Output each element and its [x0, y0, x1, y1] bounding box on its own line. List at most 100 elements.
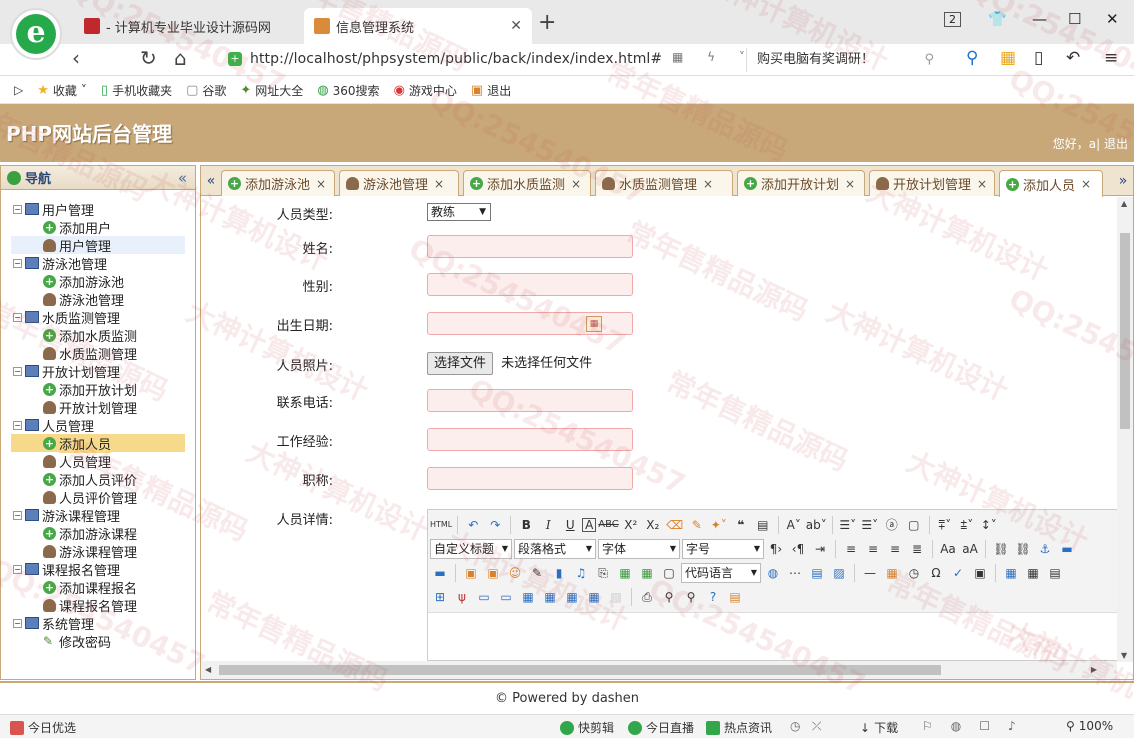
split-cells-icon[interactable]: ▦ [584, 587, 604, 607]
merge-cells-icon[interactable]: ▦ [518, 587, 538, 607]
phone-icon[interactable]: ▯ [1034, 48, 1043, 68]
refresh-icon[interactable]: ↻ [140, 46, 157, 70]
sidebar-toggle-icon[interactable]: ▷ [14, 83, 23, 97]
qr-lightning-icons[interactable]: ▦ ϟ ˅ [672, 50, 755, 64]
row-spacing-bottom-icon[interactable]: ⩲˅ [957, 515, 977, 535]
image-center-icon[interactable]: ▬ [430, 563, 450, 583]
row-spacing-top-icon[interactable]: ⩱˅ [935, 515, 955, 535]
find-icon[interactable]: ⚲ [966, 48, 978, 68]
paragraph-select[interactable]: 段落格式 ▼ [514, 539, 596, 559]
horizontal-rule-icon[interactable]: — [860, 563, 880, 583]
horizontal-scroll-thumb[interactable] [219, 665, 941, 675]
bookmark-google[interactable]: ▢ 谷歌 [186, 82, 226, 99]
birth-date-input[interactable]: ▦ [427, 312, 633, 335]
tab-count-badge[interactable]: 2 [944, 12, 961, 27]
insert-date-icon[interactable]: ▦ [882, 563, 902, 583]
sidebar-item[interactable]: 水质监测管理 [1, 344, 195, 363]
font-color-icon[interactable]: A˅ [784, 515, 804, 535]
merge-down-icon[interactable]: ▦ [562, 587, 582, 607]
bookmark-360[interactable]: ◍ 360搜索 [317, 82, 379, 99]
shirt-icon[interactable]: 👕 [988, 10, 1007, 28]
status-news[interactable]: 热点资讯 [706, 719, 772, 736]
subscript-icon[interactable]: X₂ [643, 515, 663, 535]
minimize-icon[interactable]: — [1032, 10, 1047, 28]
word-image-icon[interactable]: ✓ [948, 563, 968, 583]
unordered-list-icon[interactable]: ☰˅ [860, 515, 880, 535]
home-icon[interactable]: ⌂ [174, 46, 187, 70]
sidebar-group[interactable]: − 人员管理 [1, 416, 195, 435]
bookmark-favorites[interactable]: ★ 收藏 ˅ [37, 82, 87, 99]
insert-row-icon[interactable]: ⊞ [430, 587, 450, 607]
new-tab-icon[interactable]: + [538, 12, 556, 34]
collapse-toggle-icon[interactable]: − [13, 312, 22, 322]
select-all-icon[interactable]: ⓐ [882, 515, 902, 535]
unlink-icon[interactable]: ⛓ [1013, 539, 1033, 559]
insert-col-icon[interactable]: ▭ [474, 587, 494, 607]
heading-select[interactable]: 自定义标题 ▼ [430, 539, 512, 559]
apps-icon[interactable]: ▦ [1000, 48, 1016, 68]
align-right-icon[interactable]: ≡ [885, 539, 905, 559]
page-tab[interactable]: + 添加开放计划 × [737, 170, 865, 196]
close-tab-icon[interactable]: × [845, 177, 855, 191]
sidebar-item[interactable]: ✎ 修改密码 [1, 632, 195, 651]
link-icon[interactable]: ⛓ [991, 539, 1011, 559]
page-tab[interactable]: + 添加游泳池 × [221, 170, 335, 196]
anchor-icon[interactable]: ⚓ [1035, 539, 1055, 559]
sidebar-item[interactable]: + 添加课程报名 [1, 578, 195, 597]
sidebar-item[interactable]: 用户管理 [11, 236, 185, 255]
music-icon[interactable]: ♫ [571, 563, 591, 583]
rtl-icon[interactable]: ‹¶ [788, 539, 808, 559]
blockquote-icon[interactable]: ❝ [731, 515, 751, 535]
address-bar[interactable]: + http://localhost/phpsystem/public/back… [228, 46, 748, 72]
paste-plain-icon[interactable]: ▤ [753, 515, 773, 535]
sidebar-item[interactable]: + 添加用户 [1, 218, 195, 237]
superscript-icon[interactable]: X² [621, 515, 641, 535]
zoom-level[interactable]: ⚲ 100% [1066, 719, 1113, 733]
page-tab[interactable]: 水质监测管理 × [595, 170, 733, 196]
line-height-icon[interactable]: ↕˅ [979, 515, 999, 535]
scroll-tabs-left-icon[interactable]: « [203, 171, 219, 191]
calendar-icon[interactable]: ▦ [586, 316, 602, 332]
horizontal-scrollbar[interactable]: ◀ ▶ [201, 661, 1117, 679]
name-input[interactable] [427, 235, 633, 258]
font-family-select[interactable]: 字体 ▼ [598, 539, 680, 559]
undo-icon[interactable]: ↶ [463, 515, 483, 535]
browser-tab-1[interactable]: - 计算机专业毕业设计源码网 [74, 8, 304, 44]
strikethrough-icon[interactable]: ABC [598, 515, 619, 535]
snapscreen-icon[interactable]: ▣ [970, 563, 990, 583]
special-chars-icon[interactable]: Ω [926, 563, 946, 583]
browser-tab-2[interactable]: 信息管理系统 ✕ [304, 8, 532, 44]
close-tab-icon[interactable]: × [1081, 177, 1091, 191]
attachment-icon[interactable]: ⎘ [593, 563, 613, 583]
sidebar-item[interactable]: 游泳池管理 [1, 290, 195, 309]
bookmark-exit[interactable]: ▣ 退出 [471, 82, 511, 99]
type-select[interactable]: 教练 ▼ [427, 203, 491, 221]
emotion-icon[interactable]: ☺ [505, 563, 525, 583]
status-tool-icons[interactable]: ◷ ⤫ [790, 719, 822, 734]
sidebar-group[interactable]: − 用户管理 [1, 200, 195, 219]
merge-right-icon[interactable]: ▦ [540, 587, 560, 607]
insert-image-icon[interactable]: ▣ [461, 563, 481, 583]
html-source-icon[interactable]: HTML [430, 515, 452, 535]
code-language-select[interactable]: 代码语言 ▼ [681, 563, 761, 583]
collapse-toggle-icon[interactable]: − [13, 510, 22, 520]
insert-table-icon[interactable]: ▦ [1001, 563, 1021, 583]
indent-icon[interactable]: ⇥ [810, 539, 830, 559]
font-size-select[interactable]: 字号 ▼ [682, 539, 764, 559]
close-tab-icon[interactable]: × [977, 177, 987, 191]
sidebar-group[interactable]: − 游泳课程管理 [1, 506, 195, 525]
redo-icon[interactable]: ↷ [485, 515, 505, 535]
underline-icon[interactable]: U [560, 515, 580, 535]
close-tab-icon[interactable]: × [571, 177, 581, 191]
menu-icon[interactable]: ≡ [1104, 48, 1118, 68]
align-center-icon[interactable]: ≡ [863, 539, 883, 559]
choose-file-button[interactable]: 选择文件 [427, 352, 494, 375]
sidebar-item[interactable]: + 添加人员 [11, 433, 185, 453]
vertical-scroll-thumb[interactable] [1120, 233, 1130, 429]
bold-icon[interactable]: B [516, 515, 536, 535]
sidebar-group[interactable]: − 课程报名管理 [1, 560, 195, 579]
sidebar-item[interactable]: + 添加人员评价 [1, 470, 195, 489]
page-tab[interactable]: 游泳池管理 × [339, 170, 459, 196]
bookmark-games[interactable]: ◉ 游戏中心 [394, 82, 457, 99]
map-icon[interactable]: ▦ [615, 563, 635, 583]
